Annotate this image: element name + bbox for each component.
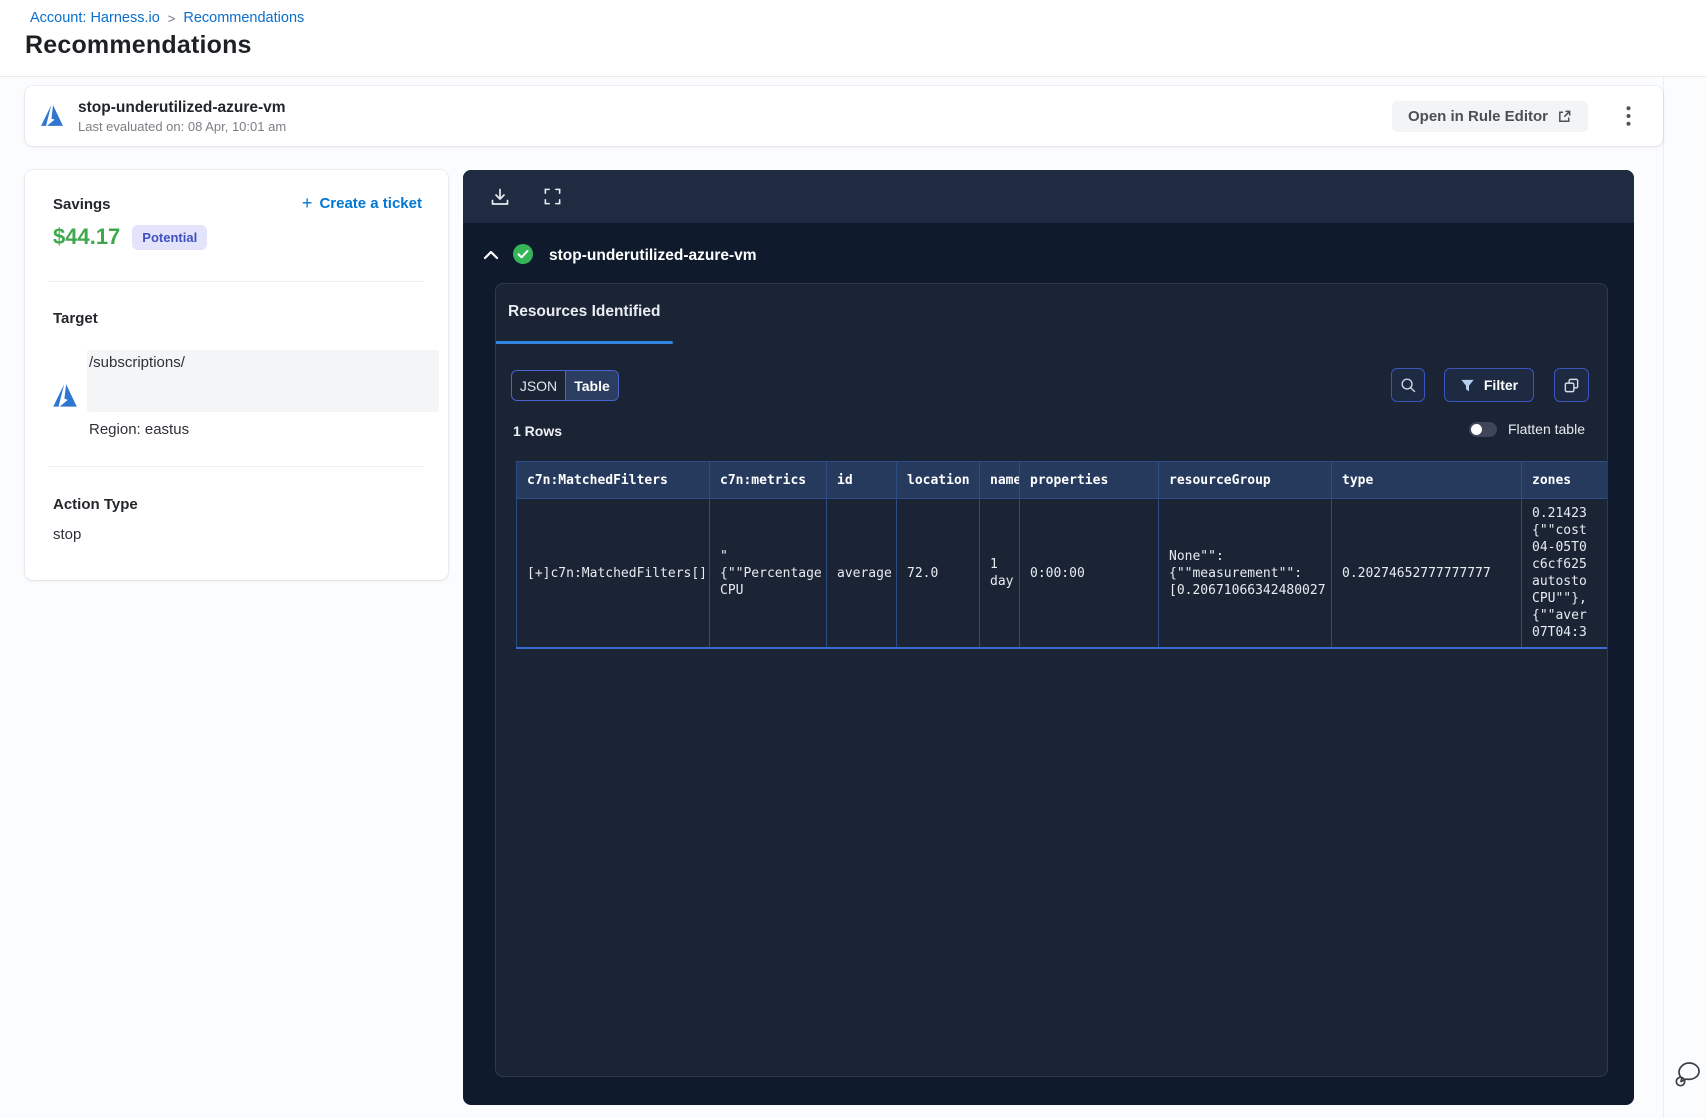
breadcrumb: Account: Harness.io > Recommendations (30, 10, 304, 26)
action-type-value: stop (53, 526, 82, 543)
rule-title-block: stop-underutilized-azure-vm Last evaluat… (78, 99, 286, 134)
recommendation-details-card: Savings + Create a ticket $44.17 Potenti… (25, 170, 448, 580)
success-check-icon (513, 244, 533, 264)
header-divider (0, 76, 1706, 77)
view-table-button[interactable]: Table (565, 371, 618, 400)
open-rule-editor-button[interactable]: Open in Rule Editor (1391, 100, 1588, 132)
table-cell: " {""Percentage CPU (709, 498, 827, 649)
action-type-label: Action Type (53, 496, 138, 513)
copy-button[interactable] (1554, 368, 1589, 402)
filter-label: Filter (1483, 377, 1519, 393)
copy-icon (1563, 377, 1580, 394)
column-header: location (896, 461, 980, 499)
table-header-row: c7n:MatchedFilters c7n:metrics id locati… (516, 461, 1607, 499)
create-ticket-button[interactable]: + Create a ticket (301, 193, 422, 213)
azure-icon (51, 382, 79, 410)
column-header: id (826, 461, 897, 499)
search-icon (1400, 377, 1417, 394)
view-json-button[interactable]: JSON (512, 371, 565, 400)
table-cell: 0.21423 {""cost 04-05T0 c6cf625 autosto … (1521, 498, 1607, 649)
table-cell: 0:00:00 (1019, 498, 1159, 649)
view-mode-toggle: JSON Table (511, 370, 619, 401)
open-rule-editor-label: Open in Rule Editor (1407, 107, 1548, 125)
external-link-icon (1557, 109, 1572, 124)
table-cell: average (826, 498, 897, 649)
card-divider (49, 466, 424, 467)
active-tab-underline (496, 341, 673, 344)
flatten-table-label: Flatten table (1507, 421, 1585, 437)
more-menu-icon[interactable] (1615, 103, 1641, 129)
column-header: c7n:MatchedFilters (516, 461, 710, 499)
table-cell: None"": {""measurement"": [0.20671066342… (1158, 498, 1332, 649)
create-ticket-label: Create a ticket (319, 195, 422, 212)
right-gutter-divider (1663, 77, 1664, 1118)
savings-amount: $44.17 (53, 224, 121, 249)
tab-resources-identified[interactable]: Resources Identified (508, 303, 660, 321)
column-header: zones (1521, 461, 1607, 499)
results-toolbar (463, 170, 1634, 223)
resources-identified-panel: Resources Identified JSON Table Filter 1… (495, 283, 1608, 1077)
column-header: resourceGroup (1158, 461, 1332, 499)
plus-icon: + (301, 193, 313, 213)
toggle-knob (1470, 423, 1482, 435)
fullscreen-icon[interactable] (543, 187, 563, 207)
recommendation-detail-page: Account: Harness.io > Recommendations Re… (0, 0, 1706, 1118)
results-table-container: c7n:MatchedFilters c7n:metrics id locati… (516, 461, 1607, 651)
rule-last-evaluated: Last evaluated on: 08 Apr, 10:01 am (78, 118, 287, 134)
breadcrumb-account-link[interactable]: Account: Harness.io (30, 10, 160, 26)
card-divider (49, 281, 424, 282)
column-header: c7n:metrics (709, 461, 827, 499)
rows-count: 1 Rows (513, 423, 563, 439)
target-label: Target (53, 310, 98, 327)
results-table: c7n:MatchedFilters c7n:metrics id locati… (516, 461, 1607, 649)
savings-label: Savings (53, 196, 111, 213)
table-cell: 0.20274652777777777 (1331, 498, 1522, 649)
savings-amount-row: $44.17 Potential (53, 224, 208, 250)
flatten-table-control: Flatten table (1468, 421, 1585, 437)
filter-button[interactable]: Filter (1444, 368, 1534, 402)
table-row: [+]c7n:MatchedFilters[] " {""Percentage … (516, 498, 1607, 649)
target-path: /subscriptions/ (89, 354, 185, 371)
target-region: Region: eastus (89, 421, 190, 438)
table-cell: 72.0 (896, 498, 980, 649)
rule-name: stop-underutilized-azure-vm (78, 98, 286, 116)
search-button[interactable] (1391, 368, 1425, 402)
breadcrumb-separator: > (167, 10, 176, 26)
savings-potential-badge: Potential (132, 224, 208, 250)
column-header: type (1331, 461, 1522, 499)
flatten-table-toggle[interactable] (1468, 421, 1497, 437)
collapse-icon[interactable] (483, 250, 499, 262)
results-rule-title: stop-underutilized-azure-vm (549, 247, 757, 264)
breadcrumb-recommendations-link[interactable]: Recommendations (183, 10, 304, 26)
table-cell: 1 day (979, 498, 1020, 649)
page-title: Recommendations (25, 31, 252, 59)
rule-header-card: stop-underutilized-azure-vm Last evaluat… (25, 86, 1663, 146)
matched-filters-expand-link[interactable]: [+]c7n:MatchedFilters[] (516, 498, 710, 649)
chat-support-icon[interactable] (1671, 1057, 1703, 1093)
azure-icon (39, 103, 65, 129)
column-header: name (979, 461, 1020, 499)
column-header: properties (1019, 461, 1159, 499)
download-icon[interactable] (490, 187, 510, 207)
filter-icon (1460, 378, 1475, 393)
evaluation-results-panel: stop-underutilized-azure-vm Resources Id… (463, 170, 1634, 1105)
